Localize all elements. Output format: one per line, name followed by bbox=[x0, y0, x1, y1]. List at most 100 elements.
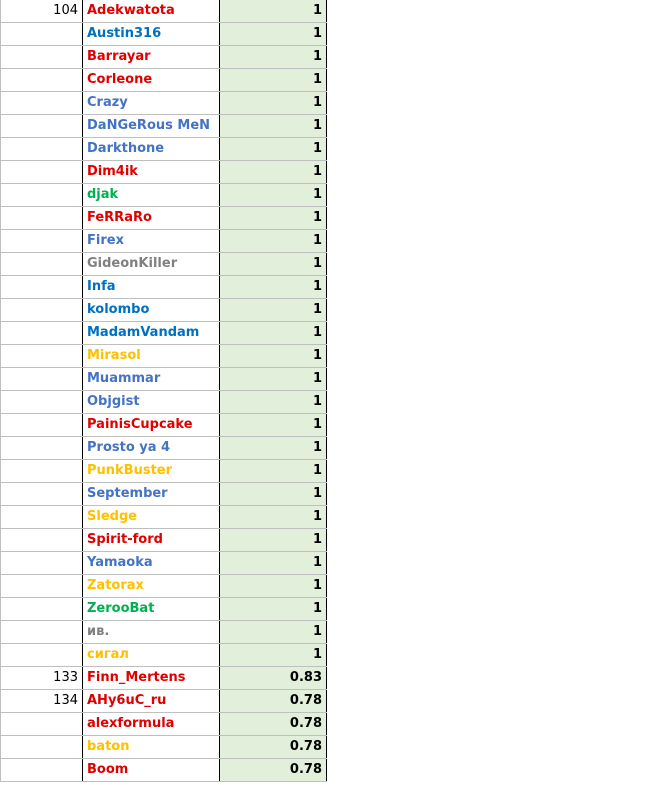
rank-cell[interactable] bbox=[0, 758, 83, 782]
rank-cell[interactable] bbox=[0, 252, 83, 276]
score-cell[interactable]: 1 bbox=[219, 620, 327, 644]
player-name-cell[interactable]: Infa bbox=[82, 275, 220, 299]
rank-cell[interactable]: 133 bbox=[0, 666, 83, 690]
score-cell[interactable]: 1 bbox=[219, 413, 327, 437]
player-name-cell[interactable]: Muammar bbox=[82, 367, 220, 391]
player-name-cell[interactable]: Objgist bbox=[82, 390, 220, 414]
rank-cell[interactable] bbox=[0, 183, 83, 207]
player-name-cell[interactable]: Yamaoka bbox=[82, 551, 220, 575]
score-cell[interactable]: 1 bbox=[219, 206, 327, 230]
rank-cell[interactable] bbox=[0, 206, 83, 230]
rank-cell[interactable] bbox=[0, 321, 83, 345]
rank-cell[interactable] bbox=[0, 229, 83, 253]
rank-cell[interactable] bbox=[0, 436, 83, 460]
score-cell[interactable]: 1 bbox=[219, 551, 327, 575]
player-name-cell[interactable]: September bbox=[82, 482, 220, 506]
player-name-cell[interactable]: Spirit-ford bbox=[82, 528, 220, 552]
rank-cell[interactable] bbox=[0, 574, 83, 598]
rank-cell[interactable]: 104 bbox=[0, 0, 83, 23]
score-cell[interactable]: 1 bbox=[219, 229, 327, 253]
score-cell[interactable]: 1 bbox=[219, 482, 327, 506]
player-name-cell[interactable]: ZerooBat bbox=[82, 597, 220, 621]
player-name-cell[interactable]: FeRRaRo bbox=[82, 206, 220, 230]
score-cell[interactable]: 1 bbox=[219, 597, 327, 621]
rank-cell[interactable] bbox=[0, 298, 83, 322]
score-cell[interactable]: 1 bbox=[219, 0, 327, 23]
player-name-cell[interactable]: PunkBuster bbox=[82, 459, 220, 483]
player-name-cell[interactable]: Finn_Mertens bbox=[82, 666, 220, 690]
rank-cell[interactable] bbox=[0, 482, 83, 506]
score-cell[interactable]: 1 bbox=[219, 298, 327, 322]
score-cell[interactable]: 1 bbox=[219, 459, 327, 483]
score-cell[interactable]: 1 bbox=[219, 390, 327, 414]
score-cell[interactable]: 1 bbox=[219, 275, 327, 299]
score-cell[interactable]: 0.78 bbox=[219, 735, 327, 759]
player-name-cell[interactable]: Sledge bbox=[82, 505, 220, 529]
score-cell[interactable]: 1 bbox=[219, 45, 327, 69]
rank-cell[interactable] bbox=[0, 597, 83, 621]
score-cell[interactable]: 1 bbox=[219, 505, 327, 529]
rank-cell[interactable] bbox=[0, 643, 83, 667]
score-cell[interactable]: 0.83 bbox=[219, 666, 327, 690]
rank-cell[interactable] bbox=[0, 68, 83, 92]
player-name-cell[interactable]: сигал bbox=[82, 643, 220, 667]
rank-cell[interactable] bbox=[0, 114, 83, 138]
score-cell[interactable]: 0.78 bbox=[219, 758, 327, 782]
rank-cell[interactable]: 134 bbox=[0, 689, 83, 713]
rank-cell[interactable] bbox=[0, 137, 83, 161]
score-cell[interactable]: 1 bbox=[219, 528, 327, 552]
player-name-cell[interactable]: DaNGeRous MeN bbox=[82, 114, 220, 138]
player-name-cell[interactable]: MadamVandam bbox=[82, 321, 220, 345]
score-cell[interactable]: 1 bbox=[219, 643, 327, 667]
score-cell[interactable]: 0.78 bbox=[219, 712, 327, 736]
player-name-cell[interactable]: PainisCupcake bbox=[82, 413, 220, 437]
rank-cell[interactable] bbox=[0, 390, 83, 414]
score-cell[interactable]: 1 bbox=[219, 91, 327, 115]
score-cell[interactable]: 1 bbox=[219, 22, 327, 46]
score-cell[interactable]: 1 bbox=[219, 436, 327, 460]
player-name-cell[interactable]: AHy6uC_ru bbox=[82, 689, 220, 713]
rank-cell[interactable] bbox=[0, 344, 83, 368]
rank-cell[interactable] bbox=[0, 459, 83, 483]
score-cell[interactable]: 1 bbox=[219, 114, 327, 138]
player-name-cell[interactable]: GideonKiller bbox=[82, 252, 220, 276]
player-name-cell[interactable]: kolombo bbox=[82, 298, 220, 322]
rank-cell[interactable] bbox=[0, 620, 83, 644]
score-cell[interactable]: 1 bbox=[219, 574, 327, 598]
player-name-cell[interactable]: ив. bbox=[82, 620, 220, 644]
player-name-cell[interactable]: Firex bbox=[82, 229, 220, 253]
rank-cell[interactable] bbox=[0, 528, 83, 552]
rank-cell[interactable] bbox=[0, 367, 83, 391]
score-cell[interactable]: 1 bbox=[219, 367, 327, 391]
player-name-cell[interactable]: alexformula bbox=[82, 712, 220, 736]
player-name-cell[interactable]: djak bbox=[82, 183, 220, 207]
score-cell[interactable]: 0.78 bbox=[219, 689, 327, 713]
score-cell[interactable]: 1 bbox=[219, 137, 327, 161]
rank-cell[interactable] bbox=[0, 712, 83, 736]
score-cell[interactable]: 1 bbox=[219, 183, 327, 207]
rank-cell[interactable] bbox=[0, 22, 83, 46]
player-name-cell[interactable]: Barrayar bbox=[82, 45, 220, 69]
player-name-cell[interactable]: Mirasol bbox=[82, 344, 220, 368]
score-cell[interactable]: 1 bbox=[219, 252, 327, 276]
rank-cell[interactable] bbox=[0, 91, 83, 115]
score-cell[interactable]: 1 bbox=[219, 160, 327, 184]
player-name-cell[interactable]: Dim4ik bbox=[82, 160, 220, 184]
player-name-cell[interactable]: Boom bbox=[82, 758, 220, 782]
rank-cell[interactable] bbox=[0, 505, 83, 529]
player-name-cell[interactable]: Prosto ya 4 bbox=[82, 436, 220, 460]
player-name-cell[interactable]: Corleone bbox=[82, 68, 220, 92]
player-name-cell[interactable]: Darkthone bbox=[82, 137, 220, 161]
rank-cell[interactable] bbox=[0, 160, 83, 184]
player-name-cell[interactable]: Adekwatota bbox=[82, 0, 220, 23]
score-cell[interactable]: 1 bbox=[219, 344, 327, 368]
score-cell[interactable]: 1 bbox=[219, 321, 327, 345]
rank-cell[interactable] bbox=[0, 45, 83, 69]
player-name-cell[interactable]: baton bbox=[82, 735, 220, 759]
player-name-cell[interactable]: Zatorax bbox=[82, 574, 220, 598]
rank-cell[interactable] bbox=[0, 735, 83, 759]
player-name-cell[interactable]: Crazy bbox=[82, 91, 220, 115]
score-cell[interactable]: 1 bbox=[219, 68, 327, 92]
rank-cell[interactable] bbox=[0, 413, 83, 437]
player-name-cell[interactable]: Austin316 bbox=[82, 22, 220, 46]
